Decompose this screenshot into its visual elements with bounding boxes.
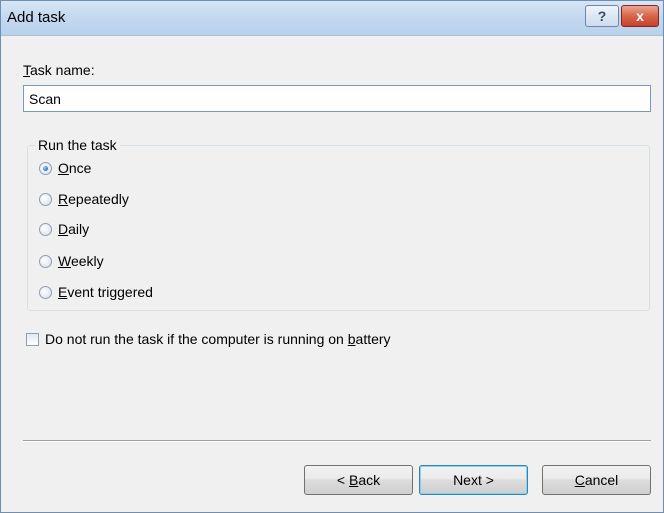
radio-event-triggered[interactable]: Event triggered: [39, 282, 153, 302]
radio-once[interactable]: Once: [39, 158, 91, 178]
radio-repeatedly[interactable]: Repeatedly: [39, 189, 129, 209]
radio-daily-label: Daily: [58, 221, 90, 237]
task-name-label: Task name:: [23, 62, 95, 78]
radio-weekly[interactable]: Weekly: [39, 251, 104, 271]
radio-event-triggered-label: Event triggered: [58, 284, 153, 300]
title-bar[interactable]: Add task ? x: [1, 1, 663, 36]
battery-checkbox-label: Do not run the task if the computer is r…: [45, 331, 391, 347]
help-button[interactable]: ?: [585, 5, 619, 27]
task-name-input[interactable]: [23, 85, 651, 112]
radio-daily[interactable]: Daily: [39, 219, 89, 239]
close-button[interactable]: x: [621, 5, 659, 27]
radio-repeatedly-label: Repeatedly: [58, 191, 129, 207]
add-task-dialog: Add task ? x Task name: Run the task Onc…: [0, 0, 664, 513]
radio-repeatedly-button[interactable]: [39, 192, 52, 206]
cancel-button[interactable]: Cancel: [542, 465, 651, 495]
footer-separator: [23, 440, 651, 442]
close-icon: x: [636, 8, 644, 24]
radio-once-label: Once: [58, 160, 92, 176]
radio-weekly-label: Weekly: [58, 253, 104, 269]
help-icon: ?: [597, 8, 607, 24]
back-button[interactable]: < Back: [304, 465, 413, 495]
radio-event-triggered-button[interactable]: [39, 285, 52, 299]
run-task-legend: Run the task: [35, 137, 120, 153]
window-title: Add task: [7, 9, 66, 26]
next-button[interactable]: Next >: [419, 465, 528, 495]
radio-weekly-button[interactable]: [39, 254, 52, 268]
dialog-content: Task name: Run the task Once Repeatedly …: [1, 36, 663, 512]
radio-daily-button[interactable]: [39, 222, 52, 236]
battery-checkbox[interactable]: [26, 332, 39, 346]
radio-once-button[interactable]: [39, 161, 52, 175]
battery-checkbox-row[interactable]: Do not run the task if the computer is r…: [26, 329, 391, 349]
